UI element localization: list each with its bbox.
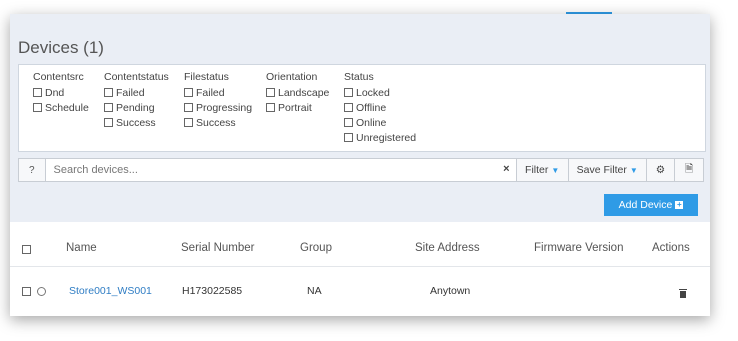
checkbox[interactable]	[104, 103, 113, 112]
filter-option-landscape[interactable]: Landscape	[266, 85, 329, 100]
filter-option-unregistered[interactable]: Unregistered	[344, 130, 416, 145]
table-row[interactable]: Store001_WS001 H173022585 NA Anytown	[10, 266, 710, 313]
clear-icon[interactable]: ×	[503, 163, 509, 175]
filter-option-success[interactable]: Success	[184, 115, 252, 130]
column-header-name[interactable]: Name	[66, 242, 97, 254]
search-input[interactable]	[51, 159, 476, 181]
save-filter-button[interactable]: Save Filter ▼	[568, 158, 647, 182]
column-header-firmware-version[interactable]: Firmware Version	[534, 242, 623, 254]
search-field: ×	[45, 158, 517, 182]
filter-group-orientation: Orientation Landscape Portrait	[266, 71, 329, 115]
checkbox[interactable]	[184, 118, 193, 127]
export-file-icon[interactable]: 🗎	[675, 158, 704, 182]
row-checkbox[interactable]	[22, 287, 31, 296]
filter-panel: Contentsrc Dnd Schedule Contentstatus Fa…	[18, 64, 706, 152]
filter-group-contentsrc: Contentsrc Dnd Schedule	[33, 71, 89, 115]
column-header-actions: Actions	[652, 242, 690, 254]
filter-group-label: Status	[344, 71, 374, 83]
column-header-serial-number[interactable]: Serial Number	[181, 242, 255, 254]
devices-header: Devices (1) Contentsrc Dnd Schedule Cont…	[10, 14, 710, 222]
filter-group-label: Contentstatus	[104, 71, 169, 83]
filter-group-status: Status Locked Offline Online Unregistere…	[344, 71, 416, 145]
filter-group-label: Orientation	[266, 71, 318, 83]
filter-group-label: Contentsrc	[33, 71, 84, 83]
checkbox[interactable]	[344, 133, 353, 142]
filter-group-label: Filestatus	[184, 71, 229, 83]
filter-option-success[interactable]: Success	[104, 115, 169, 130]
serial-number-cell: H173022585	[182, 285, 243, 297]
filter-option-schedule[interactable]: Schedule	[33, 100, 89, 115]
caret-down-icon: ▼	[629, 165, 638, 175]
add-device-button[interactable]: Add Device +	[604, 194, 698, 216]
caret-down-icon: ▼	[551, 165, 560, 175]
select-all-checkbox[interactable]	[22, 245, 31, 254]
device-name-link[interactable]: Store001_WS001	[69, 285, 152, 297]
column-header-site-address[interactable]: Site Address	[415, 242, 480, 254]
filter-option-offline[interactable]: Offline	[344, 100, 416, 115]
filter-button[interactable]: Filter ▼	[516, 158, 569, 182]
filter-option-pending[interactable]: Pending	[104, 100, 169, 115]
page-title: Devices (1)	[18, 38, 104, 57]
filter-option-failed[interactable]: Failed	[104, 85, 169, 100]
filter-option-dnd[interactable]: Dnd	[33, 85, 89, 100]
help-icon[interactable]: ?	[18, 158, 46, 182]
checkbox[interactable]	[104, 118, 113, 127]
filter-group-contentstatus: Contentstatus Failed Pending Success	[104, 71, 169, 130]
checkbox[interactable]	[184, 88, 193, 97]
checkbox[interactable]	[266, 103, 275, 112]
search-toolbar: ? × Filter▼ Save Filter▼ ⚙ 🗎	[18, 158, 704, 182]
settings-gear-icon[interactable]: ⚙	[646, 158, 676, 182]
checkbox[interactable]	[344, 103, 353, 112]
filter-option-portrait[interactable]: Portrait	[266, 100, 329, 115]
checkbox[interactable]	[104, 88, 113, 97]
checkbox[interactable]	[184, 103, 193, 112]
plus-icon: +	[675, 200, 684, 209]
table-header: Name Serial Number Group Site Address Fi…	[10, 232, 710, 266]
checkbox[interactable]	[344, 88, 353, 97]
row-radio[interactable]	[37, 287, 46, 296]
column-header-group[interactable]: Group	[300, 242, 332, 254]
filter-option-failed[interactable]: Failed	[184, 85, 252, 100]
filter-group-filestatus: Filestatus Failed Progressing Success	[184, 71, 252, 130]
checkbox[interactable]	[266, 88, 275, 97]
trash-icon[interactable]	[679, 289, 687, 298]
checkbox[interactable]	[344, 118, 353, 127]
site-address-cell: Anytown	[430, 285, 471, 297]
filter-option-progressing[interactable]: Progressing	[184, 100, 252, 115]
filter-option-locked[interactable]: Locked	[344, 85, 416, 100]
filter-option-online[interactable]: Online	[344, 115, 416, 130]
checkbox[interactable]	[33, 88, 42, 97]
group-cell: NA	[307, 285, 322, 297]
devices-panel: Devices (1) Contentsrc Dnd Schedule Cont…	[10, 14, 710, 316]
checkbox[interactable]	[33, 103, 42, 112]
